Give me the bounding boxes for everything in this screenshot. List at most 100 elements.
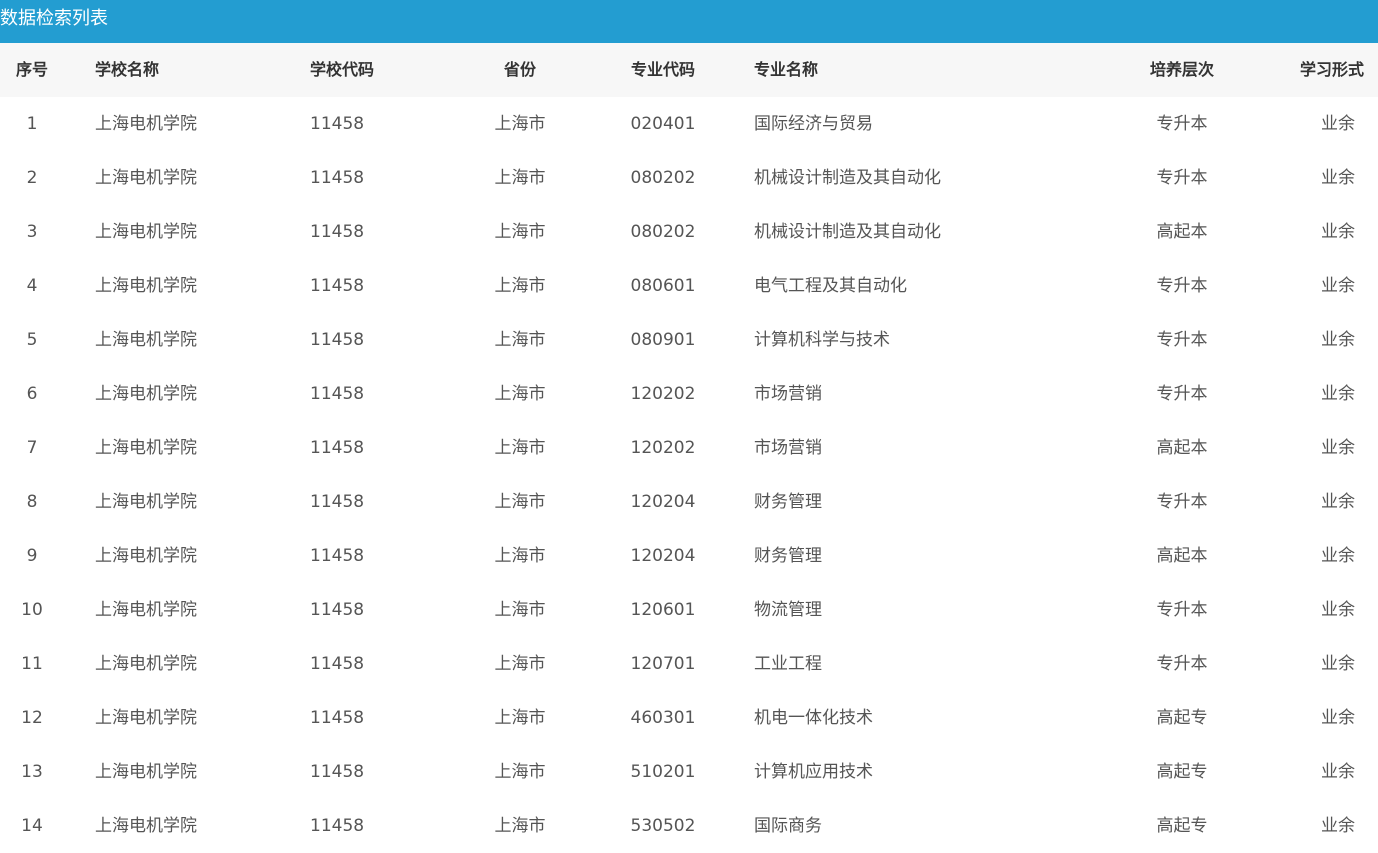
cell-school-name: 上海电机学院 xyxy=(95,492,197,512)
cell-major-name: 国际经济与贸易 xyxy=(754,114,873,134)
table-row: 8 上海电机学院 11458 上海市 120204 财务管理 专升本 业余 xyxy=(0,475,1378,529)
cell-major-code: 120202 xyxy=(630,438,696,458)
cell-major-code: 120204 xyxy=(630,492,696,512)
cell-major-name: 财务管理 xyxy=(754,546,822,566)
cell-level: 专升本 xyxy=(1156,330,1208,350)
table-row: 3 上海电机学院 11458 上海市 080202 机械设计制造及其自动化 高起本 业余 xyxy=(0,205,1378,259)
column-header-study-mode: 学习形式 xyxy=(1300,60,1365,79)
table-header: 序号 学校名称 学校代码 省份 专业代码 专业名称 培养层次 学习形式 xyxy=(0,43,1378,97)
cell-index: 13 xyxy=(21,762,43,782)
cell-study-mode: 业余 xyxy=(1321,600,1355,620)
cell-province: 上海市 xyxy=(494,600,546,620)
cell-study-mode: 业余 xyxy=(1321,384,1355,404)
cell-province: 上海市 xyxy=(494,330,546,350)
cell-index: 5 xyxy=(26,330,38,350)
cell-school-code: 11458 xyxy=(310,546,365,566)
cell-major-code: 510201 xyxy=(630,762,696,782)
cell-major-name: 机械设计制造及其自动化 xyxy=(754,222,941,242)
cell-major-name: 工业工程 xyxy=(754,654,822,674)
cell-index: 6 xyxy=(26,384,38,404)
cell-major-code: 080202 xyxy=(630,222,696,242)
cell-school-code: 11458 xyxy=(310,438,365,458)
cell-major-code: 460301 xyxy=(630,708,696,728)
cell-school-name: 上海电机学院 xyxy=(95,222,197,242)
cell-study-mode: 业余 xyxy=(1321,276,1355,296)
cell-index: 9 xyxy=(26,546,38,566)
cell-school-name: 上海电机学院 xyxy=(95,168,197,188)
cell-study-mode: 业余 xyxy=(1321,438,1355,458)
cell-major-code: 020401 xyxy=(630,114,696,134)
column-header-school-code: 学校代码 xyxy=(310,60,375,79)
table-row: 5 上海电机学院 11458 上海市 080901 计算机科学与技术 专升本 业余 xyxy=(0,313,1378,367)
cell-level: 高起专 xyxy=(1156,762,1208,782)
cell-school-name: 上海电机学院 xyxy=(95,114,197,134)
cell-school-code: 11458 xyxy=(310,708,365,728)
table-row: 4 上海电机学院 11458 上海市 080601 电气工程及其自动化 专升本 业余 xyxy=(0,259,1378,313)
cell-school-code: 11458 xyxy=(310,168,365,188)
page-title: 数据检索列表 xyxy=(0,0,1378,43)
cell-level: 专升本 xyxy=(1156,654,1208,674)
cell-study-mode: 业余 xyxy=(1321,330,1355,350)
cell-province: 上海市 xyxy=(494,438,546,458)
cell-school-name: 上海电机学院 xyxy=(95,600,197,620)
cell-level: 专升本 xyxy=(1156,276,1208,296)
column-header-major-code: 专业代码 xyxy=(630,60,695,79)
cell-province: 上海市 xyxy=(494,384,546,404)
cell-province: 上海市 xyxy=(494,762,546,782)
cell-level: 专升本 xyxy=(1156,384,1208,404)
table-row: 10 上海电机学院 11458 上海市 120601 物流管理 专升本 业余 xyxy=(0,583,1378,637)
cell-school-code: 11458 xyxy=(310,762,365,782)
cell-province: 上海市 xyxy=(494,222,546,242)
cell-major-name: 市场营销 xyxy=(754,384,822,404)
table-row: 9 上海电机学院 11458 上海市 120204 财务管理 高起本 业余 xyxy=(0,529,1378,583)
cell-major-code: 080901 xyxy=(630,330,696,350)
cell-major-code: 120601 xyxy=(630,600,696,620)
cell-index: 8 xyxy=(26,492,38,512)
cell-index: 11 xyxy=(21,654,43,674)
cell-school-name: 上海电机学院 xyxy=(95,384,197,404)
column-header-level: 培养层次 xyxy=(1149,60,1214,79)
cell-study-mode: 业余 xyxy=(1321,168,1355,188)
cell-index: 12 xyxy=(21,708,43,728)
cell-province: 上海市 xyxy=(494,708,546,728)
cell-school-name: 上海电机学院 xyxy=(95,762,197,782)
cell-province: 上海市 xyxy=(494,546,546,566)
table-row: 6 上海电机学院 11458 上海市 120202 市场营销 专升本 业余 xyxy=(0,367,1378,421)
cell-major-code: 120204 xyxy=(630,546,696,566)
cell-province: 上海市 xyxy=(494,114,546,134)
cell-index: 10 xyxy=(21,600,43,620)
cell-major-name: 机械设计制造及其自动化 xyxy=(754,168,941,188)
cell-school-code: 11458 xyxy=(310,222,365,242)
cell-province: 上海市 xyxy=(494,276,546,296)
table-row: 1 上海电机学院 11458 上海市 020401 国际经济与贸易 专升本 业余 xyxy=(0,97,1378,151)
cell-index: 7 xyxy=(26,438,38,458)
cell-school-code: 11458 xyxy=(310,384,365,404)
cell-level: 高起专 xyxy=(1156,708,1208,728)
cell-province: 上海市 xyxy=(494,168,546,188)
cell-school-name: 上海电机学院 xyxy=(95,654,197,674)
cell-major-code: 080202 xyxy=(630,168,696,188)
column-header-school-name: 学校名称 xyxy=(95,60,160,79)
cell-study-mode: 业余 xyxy=(1321,222,1355,242)
cell-major-code: 120202 xyxy=(630,384,696,404)
column-header-major-name: 专业名称 xyxy=(754,60,819,79)
cell-school-code: 11458 xyxy=(310,330,365,350)
cell-province: 上海市 xyxy=(494,492,546,512)
table-row: 11 上海电机学院 11458 上海市 120701 工业工程 专升本 业余 xyxy=(0,637,1378,691)
cell-school-name: 上海电机学院 xyxy=(95,276,197,296)
cell-study-mode: 业余 xyxy=(1321,708,1355,728)
cell-study-mode: 业余 xyxy=(1321,654,1355,674)
cell-major-name: 电气工程及其自动化 xyxy=(754,276,907,296)
cell-index: 3 xyxy=(26,222,38,242)
cell-index: 2 xyxy=(26,168,38,188)
cell-school-name: 上海电机学院 xyxy=(95,330,197,350)
cell-study-mode: 业余 xyxy=(1321,114,1355,134)
cell-major-name: 计算机应用技术 xyxy=(754,762,873,782)
cell-school-code: 11458 xyxy=(310,114,365,134)
cell-study-mode: 业余 xyxy=(1321,492,1355,512)
column-header-province: 省份 xyxy=(503,60,536,79)
table-row: 2 上海电机学院 11458 上海市 080202 机械设计制造及其自动化 专升本 业余 xyxy=(0,151,1378,205)
table-row: 13 上海电机学院 11458 上海市 510201 计算机应用技术 高起专 业余 xyxy=(0,745,1378,799)
cell-index: 1 xyxy=(26,114,38,134)
cell-school-code: 11458 xyxy=(310,654,365,674)
